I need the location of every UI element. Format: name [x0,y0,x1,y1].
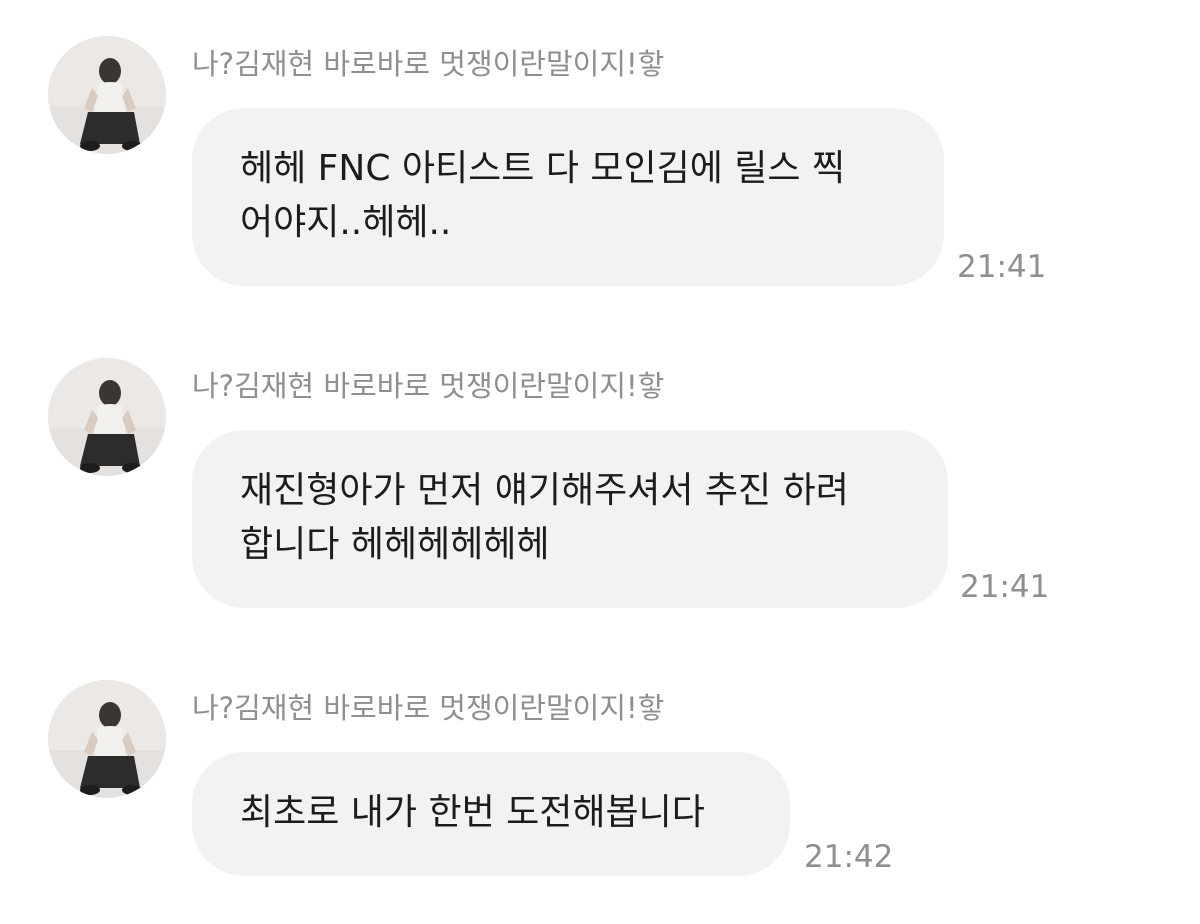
avatar[interactable] [48,358,166,476]
avatar-photo-icon [48,36,166,154]
timestamp: 21:42 [804,839,894,875]
avatar-photo-icon [48,358,166,476]
message-text-line: 합니다 헤헤헤헤헤헤 [240,524,550,565]
message-bubble[interactable]: 최초로 내가 한번 도전해봅니다 [192,752,790,876]
avatar-photo-icon [48,680,166,798]
avatar[interactable] [48,680,166,798]
message-text-line: 어야지..헤헤.. [240,202,452,243]
message-text-line: 재진형아가 먼저 얘기해주셔서 추진 하려 [240,470,849,511]
avatar[interactable] [48,36,166,154]
message-text-line: 헤헤 FNC 아티스트 다 모인김에 릴스 찍 [240,148,846,189]
message-bubble[interactable]: 헤헤 FNC 아티스트 다 모인김에 릴스 찍 어야지..헤헤.. [192,108,944,286]
sender-name: 나?김재현 바로바로 멋쟁이란말이지!핳 [192,47,665,81]
sender-name: 나?김재현 바로바로 멋쟁이란말이지!핳 [192,369,665,403]
sender-name: 나?김재현 바로바로 멋쟁이란말이지!핳 [192,691,665,725]
timestamp: 21:41 [957,249,1047,285]
message-bubble[interactable]: 재진형아가 먼저 얘기해주셔서 추진 하려 합니다 헤헤헤헤헤헤 [192,430,948,608]
timestamp: 21:41 [960,569,1050,605]
message-text-line: 최초로 내가 한번 도전해봅니다 [240,792,705,833]
